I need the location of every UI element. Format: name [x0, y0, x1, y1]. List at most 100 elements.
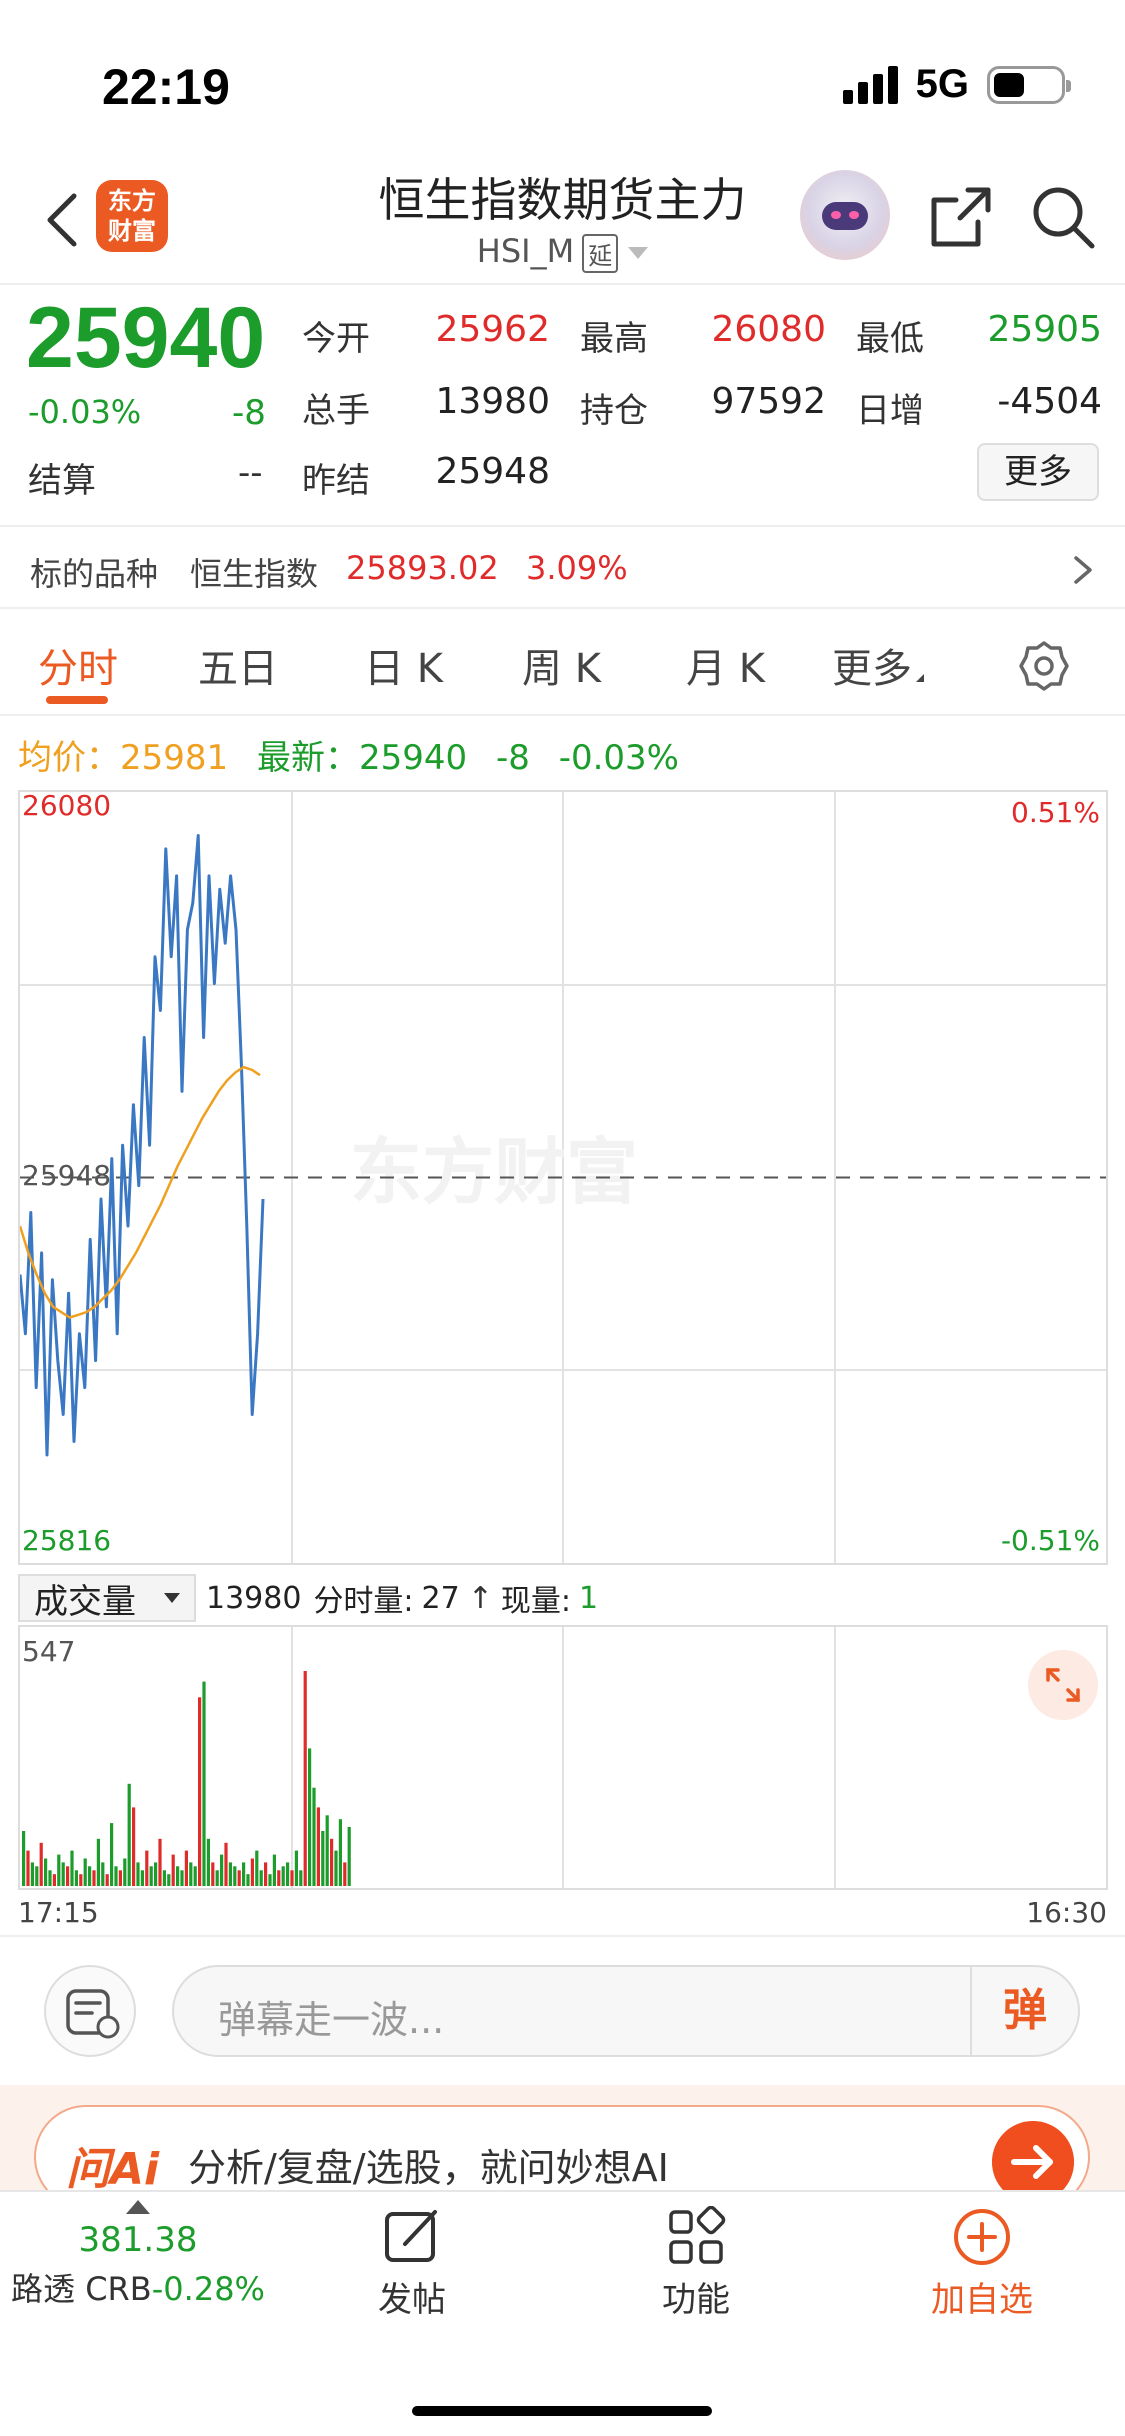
crb-ticker[interactable]: 381.38 路透 CRB-0.28%	[8, 2200, 268, 2310]
share-icon[interactable]	[928, 184, 994, 250]
volume-bar	[123, 1858, 127, 1886]
volume-value: 13980	[435, 381, 550, 422]
tab-monthly-k[interactable]: 月 K	[686, 636, 765, 694]
latest-value: 25940	[358, 738, 468, 778]
volume-bar	[52, 1874, 56, 1886]
volume-bar	[308, 1748, 312, 1886]
volume-bar	[70, 1850, 74, 1886]
open-value: 25962	[435, 309, 550, 350]
status-indicators: 5G	[842, 62, 1071, 107]
underlying-value: 25893.02	[346, 549, 499, 587]
daily-change-label: 日增	[856, 391, 924, 431]
crb-pct: -0.28%	[151, 2270, 265, 2308]
tab-five-day[interactable]: 五日	[198, 636, 278, 694]
time-end-label: 16:30	[1026, 1896, 1107, 1929]
delay-tag: 延	[582, 233, 619, 273]
volume-bar	[268, 1874, 272, 1886]
avg-label: 均价：	[18, 738, 120, 778]
chevron-down-icon	[164, 1593, 180, 1603]
volume-chart-svg: 547	[22, 1627, 836, 1888]
expand-icon[interactable]	[1028, 1650, 1098, 1720]
volume-bar	[189, 1862, 193, 1886]
volume-bar	[61, 1862, 65, 1886]
add-watchlist-label: 加自选	[931, 2280, 1033, 2320]
volume-bar	[105, 1874, 109, 1886]
comment-bar: 弹幕走一波... 弹	[0, 1935, 1125, 2085]
volume-bar	[303, 1671, 307, 1886]
price-line	[20, 834, 265, 1457]
more-button[interactable]: 更多	[977, 443, 1099, 501]
function-label: 功能	[662, 2280, 730, 2320]
danmu-button[interactable]: 弹	[970, 1967, 1078, 2055]
change-value: -8	[232, 393, 266, 433]
low-value: 25905	[987, 309, 1102, 350]
volume-bar	[246, 1874, 250, 1886]
crb-value: 381.38	[78, 2220, 198, 2260]
danmu-input[interactable]: 弹幕走一波... 弹	[172, 1965, 1080, 2057]
volume-bar	[162, 1870, 166, 1886]
volume-bar	[290, 1870, 294, 1886]
tab-intraday[interactable]: 分时	[38, 636, 118, 694]
volume-bar	[132, 1807, 136, 1886]
signal-icon	[842, 65, 898, 104]
volume-bar	[250, 1858, 254, 1886]
tab-more[interactable]: 更多	[832, 636, 924, 694]
volume-bar	[294, 1850, 298, 1886]
search-icon[interactable]	[1030, 184, 1096, 250]
ai-logo: 问Ai	[66, 2144, 160, 2195]
pct-bottom-label: -0.51%	[1001, 1524, 1100, 1557]
volume-bar	[30, 1862, 34, 1886]
volume-bar	[299, 1870, 303, 1886]
tab-daily-k[interactable]: 日 K	[364, 636, 443, 694]
post-label: 发帖	[378, 2280, 446, 2320]
status-time: 22:19	[102, 59, 230, 115]
volume-bar	[140, 1870, 144, 1886]
volume-bar	[242, 1862, 246, 1886]
average-line	[20, 1065, 261, 1319]
volume-bar	[74, 1870, 78, 1886]
current-volume-value: 1	[578, 1580, 599, 1616]
prev-settle-label: 昨结	[302, 461, 370, 501]
high-value: 26080	[711, 309, 826, 350]
latest-label: 最新：	[256, 738, 359, 778]
low-label: 最低	[856, 319, 924, 359]
volume-bar	[96, 1838, 100, 1886]
intraday-chart[interactable]: 东方财富 26080 25948 25816 0.51% -0.51%	[18, 790, 1108, 1565]
y-bottom-label: 25816	[22, 1524, 111, 1557]
volume-bar	[88, 1866, 92, 1886]
volume-bar	[184, 1850, 188, 1886]
comment-icon[interactable]	[44, 1965, 136, 2057]
gear-icon[interactable]	[1018, 640, 1070, 692]
add-watchlist-button[interactable]: 加自选	[912, 2206, 1052, 2321]
settle-value: --	[238, 453, 263, 493]
volume-bar	[180, 1870, 184, 1886]
volume-bar	[224, 1842, 228, 1886]
volume-bar	[316, 1807, 320, 1886]
change-percent: -0.03%	[28, 393, 142, 431]
period-volume-value: 27	[421, 1580, 460, 1616]
battery-icon	[987, 65, 1071, 104]
underlying-row[interactable]: 标的品种 恒生指数 25893.02 3.09%	[0, 525, 1125, 609]
volume-bar	[325, 1815, 329, 1886]
ai-robot-icon[interactable]	[800, 170, 890, 260]
function-button[interactable]: 功能	[636, 2205, 756, 2321]
current-volume-label: 现量:	[500, 1584, 571, 1619]
home-indicator	[412, 2406, 712, 2416]
volume-bar	[347, 1827, 351, 1886]
volume-bar	[127, 1783, 131, 1886]
post-button[interactable]: 发帖	[352, 2206, 472, 2321]
avg-value: 25981	[120, 738, 229, 778]
volume-bar	[39, 1842, 43, 1886]
volume-chart[interactable]: 547	[18, 1625, 1108, 1890]
open-label: 今开	[302, 319, 370, 359]
volume-bar	[136, 1862, 140, 1886]
plus-circle-icon	[954, 2209, 1010, 2265]
tab-weekly-k[interactable]: 周 K	[522, 636, 601, 694]
indicator-select[interactable]: 成交量	[18, 1574, 196, 1622]
latest-pct: -0.03%	[558, 738, 679, 778]
volume-bar	[110, 1823, 114, 1886]
grid-icon	[669, 2205, 726, 2264]
open-interest-label: 持仓	[580, 391, 648, 431]
volume-bar	[233, 1866, 237, 1886]
volume-bar	[255, 1850, 259, 1886]
